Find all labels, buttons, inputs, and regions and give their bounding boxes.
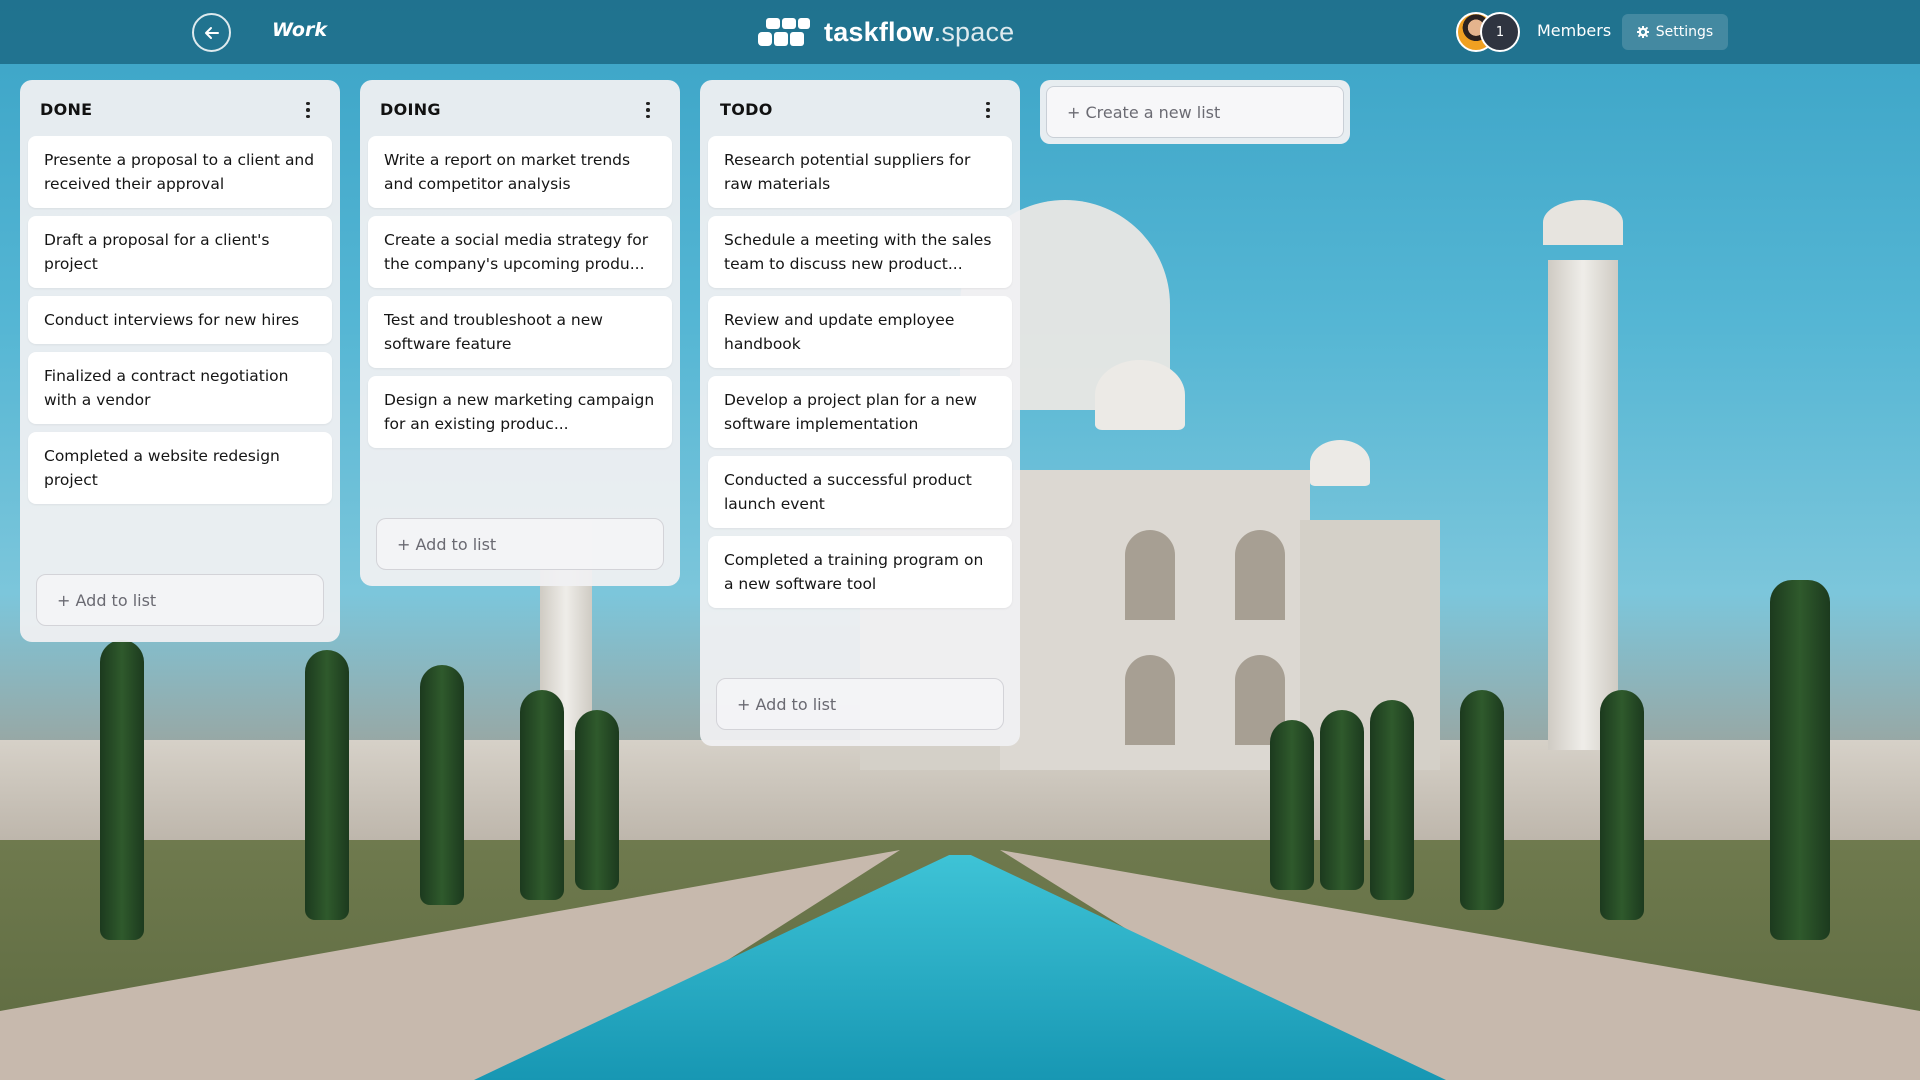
task-card[interactable]: Design a new marketing campaign for an e…: [368, 376, 672, 448]
list-todo: TODO Research potential suppliers for ra…: [700, 80, 1020, 746]
back-button[interactable]: [192, 13, 231, 52]
task-card-text: Draft a proposal for a client's project: [44, 231, 270, 273]
task-card-text: Finalized a contract negotiation with a …: [44, 367, 289, 409]
list-menu-button[interactable]: [296, 98, 320, 122]
list-header: DONE: [40, 94, 320, 126]
add-to-list-button[interactable]: + Add to list: [36, 574, 324, 626]
arrow-left-icon: [204, 26, 219, 39]
task-card-text: Completed a website redesign project: [44, 447, 280, 489]
task-card[interactable]: Review and update employee handbook: [708, 296, 1012, 368]
list-title: DONE: [40, 100, 93, 119]
member-avatars[interactable]: 1: [1456, 12, 1522, 52]
task-card[interactable]: Presente a proposal to a client and rece…: [28, 136, 332, 208]
create-list-panel: + Create a new list: [1040, 80, 1350, 144]
task-card-text: Test and troubleshoot a new software fea…: [384, 311, 603, 353]
list-title: DOING: [380, 100, 441, 119]
brand-name: taskflow.space: [824, 17, 1014, 48]
task-card-text: Conduct interviews for new hires: [44, 311, 300, 329]
board-title: Work: [272, 19, 327, 41]
task-card-text: Research potential suppliers for raw mat…: [724, 151, 971, 193]
brand-name-main: taskflow: [824, 16, 934, 47]
list-doing: DOING Write a report on market trends an…: [360, 80, 680, 586]
task-card-text: Conducted a successful product launch ev…: [724, 471, 972, 513]
settings-button[interactable]: Settings: [1622, 14, 1728, 50]
add-to-list-button[interactable]: + Add to list: [716, 678, 1004, 730]
task-card[interactable]: Conducted a successful product launch ev…: [708, 456, 1012, 528]
members-link[interactable]: Members: [1537, 21, 1611, 40]
settings-label: Settings: [1655, 24, 1714, 40]
gear-icon: [1636, 26, 1649, 38]
task-card-text: Create a social media strategy for the c…: [384, 231, 649, 273]
list-menu-button[interactable]: [636, 98, 660, 122]
task-card-text: Write a report on market trends and comp…: [384, 151, 631, 193]
task-card-text: Presente a proposal to a client and rece…: [44, 151, 315, 193]
list-menu-button[interactable]: [976, 98, 1000, 122]
brand-name-tld: .space: [933, 16, 1015, 47]
task-card[interactable]: Test and troubleshoot a new software fea…: [368, 296, 672, 368]
task-card-text: Schedule a meeting with the sales team t…: [724, 231, 992, 273]
add-to-list-button[interactable]: + Add to list: [376, 518, 664, 570]
brand-logo: taskflow.space: [758, 16, 1014, 48]
taskflow-logo-icon: [758, 18, 810, 46]
task-card[interactable]: Develop a project plan for a new softwar…: [708, 376, 1012, 448]
card-list: Write a report on market trends and comp…: [360, 136, 680, 448]
task-card[interactable]: Draft a proposal for a client's project: [28, 216, 332, 288]
task-card[interactable]: Create a social media strategy for the c…: [368, 216, 672, 288]
task-card-text: Completed a training program on a new so…: [724, 551, 984, 593]
task-card-text: Develop a project plan for a new softwar…: [724, 391, 977, 433]
card-list: Presente a proposal to a client and rece…: [20, 136, 340, 504]
top-bar: Work taskflow.space 1 Members Settings: [0, 0, 1920, 64]
create-new-list-button[interactable]: + Create a new list: [1046, 86, 1344, 138]
task-card[interactable]: Completed a training program on a new so…: [708, 536, 1012, 608]
list-title: TODO: [720, 100, 773, 119]
member-count-badge[interactable]: 1: [1480, 12, 1520, 52]
task-card[interactable]: Finalized a contract negotiation with a …: [28, 352, 332, 424]
card-list: Research potential suppliers for raw mat…: [700, 136, 1020, 608]
list-done: DONE Presente a proposal to a client and…: [20, 80, 340, 642]
task-card[interactable]: Schedule a meeting with the sales team t…: [708, 216, 1012, 288]
list-header: DOING: [380, 94, 660, 126]
task-card-text: Design a new marketing campaign for an e…: [384, 391, 655, 433]
list-header: TODO: [720, 94, 1000, 126]
task-card[interactable]: Write a report on market trends and comp…: [368, 136, 672, 208]
task-card[interactable]: Conduct interviews for new hires: [28, 296, 332, 344]
task-card-text: Review and update employee handbook: [724, 311, 955, 353]
task-card[interactable]: Completed a website redesign project: [28, 432, 332, 504]
task-card[interactable]: Research potential suppliers for raw mat…: [708, 136, 1012, 208]
